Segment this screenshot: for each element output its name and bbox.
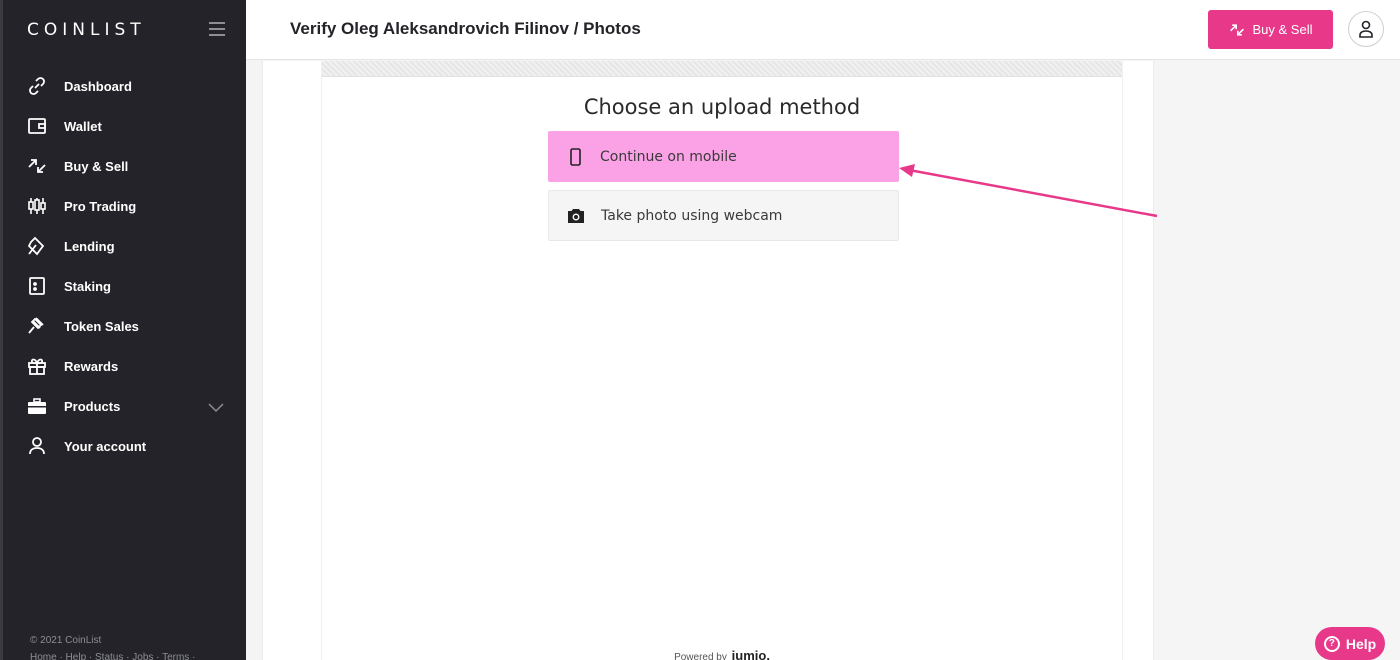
user-icon (26, 435, 48, 457)
question-icon: ? (1323, 635, 1340, 652)
sidebar-item-label: Your account (64, 438, 147, 454)
lending-icon (26, 235, 48, 257)
sidebar-item-products[interactable]: Products (3, 386, 246, 426)
powered-by-jumio: Powered by jumio. (322, 648, 1122, 660)
hamburger-menu-icon[interactable] (209, 22, 225, 36)
buy-sell-button[interactable]: Buy & Sell (1208, 10, 1333, 49)
powered-by-text: Powered by (674, 652, 727, 660)
account-avatar-button[interactable] (1348, 11, 1384, 47)
sidebar: COINLIST Dashboard Wallet Buy & Sell Pro… (0, 0, 246, 660)
candlestick-icon (26, 195, 48, 217)
option-label: Take photo using webcam (601, 207, 783, 224)
jumio-logo: jumio. (731, 648, 770, 660)
sidebar-item-label: Pro Trading (64, 198, 137, 214)
staking-icon (26, 275, 48, 297)
sidebar-footer: © 2021 CoinList Home · Help · Status · J… (30, 632, 195, 660)
exchange-arrows-icon (26, 155, 48, 177)
right-gutter (1155, 61, 1400, 660)
sidebar-item-label: Staking (64, 278, 111, 294)
sidebar-item-rewards[interactable]: Rewards (3, 346, 246, 386)
upload-method-heading: Choose an upload method (583, 95, 861, 119)
sidebar-item-buy-sell[interactable]: Buy & Sell (3, 146, 246, 186)
gift-icon (26, 355, 48, 377)
briefcase-icon (26, 395, 48, 417)
user-icon (1359, 20, 1373, 38)
sidebar-item-staking[interactable]: Staking (3, 266, 246, 306)
jumio-upload-panel: Choose an upload method Continue on mobi… (321, 61, 1123, 660)
option-label: Continue on mobile (600, 148, 737, 165)
mobile-phone-icon (566, 147, 584, 166)
sidebar-item-label: Dashboard (64, 78, 132, 94)
sidebar-item-wallet[interactable]: Wallet (3, 106, 246, 146)
help-button[interactable]: ? Help (1315, 627, 1385, 660)
sidebar-item-lending[interactable]: Lending (3, 226, 246, 266)
help-label: Help (1345, 635, 1377, 652)
panel-top-bar (322, 61, 1122, 77)
wallet-icon (26, 115, 48, 137)
sidebar-item-label: Products (64, 398, 121, 414)
sidebar-item-label: Wallet (64, 118, 102, 134)
sidebar-item-label: Rewards (64, 358, 119, 374)
sidebar-item-label: Token Sales (64, 318, 139, 334)
sidebar-item-your-account[interactable]: Your account (3, 426, 246, 466)
gavel-icon (26, 315, 48, 337)
copyright-text: © 2021 CoinList (30, 635, 102, 646)
sidebar-item-token-sales[interactable]: Token Sales (3, 306, 246, 346)
link-icon (26, 75, 48, 97)
coinlist-logo[interactable]: COINLIST (27, 20, 146, 40)
sidebar-nav: Dashboard Wallet Buy & Sell Pro Trading … (3, 66, 246, 466)
take-photo-webcam-button[interactable]: Take photo using webcam (548, 190, 899, 241)
sidebar-item-label: Buy & Sell (64, 158, 129, 174)
annotation-arrow (899, 164, 1158, 218)
camera-icon (567, 208, 585, 224)
sidebar-item-dashboard[interactable]: Dashboard (3, 66, 246, 106)
sidebar-item-pro-trading[interactable]: Pro Trading (3, 186, 246, 226)
page-title: Verify Oleg Aleksandrovich Filinov / Pho… (290, 19, 641, 38)
sidebar-item-label: Lending (64, 238, 115, 254)
exchange-arrows-icon (1229, 23, 1244, 36)
buy-sell-label: Buy & Sell (1252, 22, 1313, 37)
footer-links[interactable]: Home · Help · Status · Jobs · Terms · (30, 649, 195, 660)
chevron-down-icon[interactable] (208, 400, 224, 418)
continue-on-mobile-button[interactable]: Continue on mobile (548, 131, 899, 182)
top-header: Verify Oleg Aleksandrovich Filinov / Pho… (246, 0, 1400, 60)
